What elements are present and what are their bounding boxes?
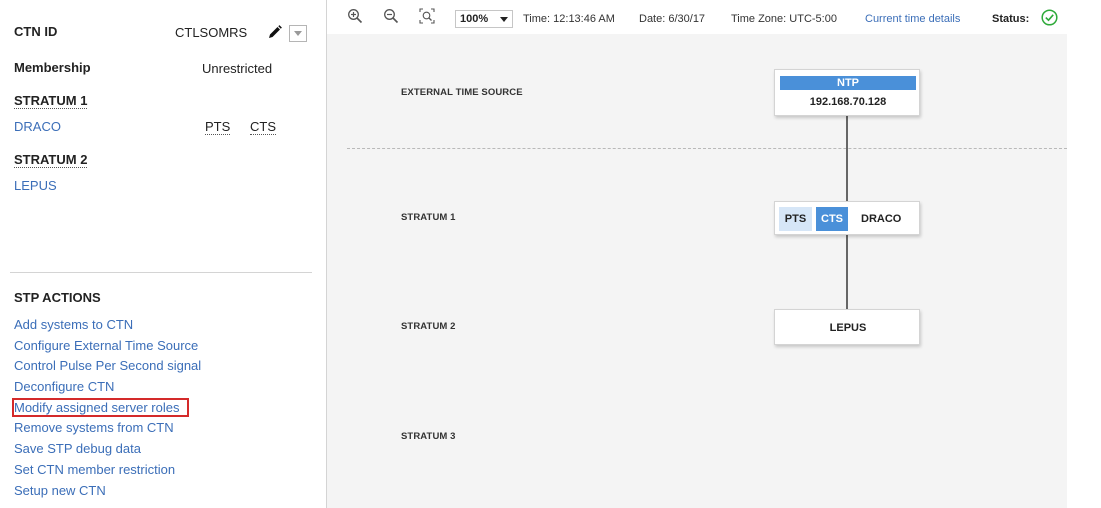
stp-actions-title: STP ACTIONS bbox=[14, 290, 101, 305]
stp-actions-list: Add systems to CTN Configure External Ti… bbox=[11, 316, 201, 503]
connector-draco-lepus bbox=[846, 235, 848, 309]
stratum1-node-name: DRACO bbox=[861, 213, 902, 225]
tier-label-stratum3: STRATUM 3 bbox=[401, 431, 456, 442]
zoom-in-icon[interactable] bbox=[347, 8, 363, 24]
zoom-level-value: 100% bbox=[460, 13, 489, 25]
action-remove-systems[interactable]: Remove systems from CTN bbox=[14, 419, 201, 440]
right-margin bbox=[1067, 0, 1101, 508]
ntp-address: 192.168.70.128 bbox=[809, 96, 887, 108]
action-add-systems[interactable]: Add systems to CTN bbox=[14, 316, 201, 337]
action-setup-new-ctn[interactable]: Setup new CTN bbox=[14, 482, 201, 503]
stratum2-system-link[interactable]: LEPUS bbox=[14, 178, 57, 193]
ctn-id-dropdown[interactable] bbox=[289, 25, 307, 42]
ctn-id-label: CTN ID bbox=[14, 24, 58, 39]
topology-toolbar: 100% Time: 12:13:46 AM Date: 6/30/17 Tim… bbox=[327, 0, 1101, 34]
ntp-server-node[interactable]: NTP 192.168.70.128 bbox=[774, 69, 920, 116]
action-set-member-restriction[interactable]: Set CTN member restriction bbox=[14, 461, 201, 482]
ctn-id-row: CTN ID CTLSOMRS bbox=[14, 24, 314, 42]
pts-role-chip: PTS bbox=[779, 207, 812, 231]
stratum2-node-name: LEPUS bbox=[829, 322, 867, 334]
stratum2-node-lepus[interactable]: LEPUS bbox=[774, 309, 920, 345]
action-deconfigure-ctn[interactable]: Deconfigure CTN bbox=[14, 378, 201, 399]
ntp-label: NTP bbox=[780, 76, 916, 90]
pencil-icon[interactable] bbox=[267, 24, 283, 40]
membership-label: Membership bbox=[14, 60, 91, 75]
zoom-level-select[interactable]: 100% bbox=[455, 10, 513, 28]
stratum1-system-link[interactable]: DRACO bbox=[14, 119, 61, 134]
ctn-id-value: CTLSOMRS bbox=[175, 25, 248, 40]
fit-to-view-icon[interactable] bbox=[419, 8, 435, 24]
panel-divider bbox=[10, 272, 312, 273]
role-pts-tag: PTS bbox=[205, 119, 231, 135]
current-time-details-link[interactable]: Current time details bbox=[865, 13, 960, 25]
tier-label-stratum2: STRATUM 2 bbox=[401, 321, 456, 332]
connector-ntp-draco bbox=[846, 116, 848, 201]
stratum1-heading: STRATUM 1 bbox=[14, 93, 88, 109]
tier-label-external-time-source: EXTERNAL TIME SOURCE bbox=[401, 87, 523, 98]
check-circle-icon bbox=[1041, 9, 1058, 26]
action-modify-server-roles[interactable]: Modify assigned server roles bbox=[11, 397, 201, 420]
current-time: Time: 12:13:46 AM bbox=[523, 13, 615, 25]
action-control-pps[interactable]: Control Pulse Per Second signal bbox=[14, 357, 201, 378]
status-label: Status: bbox=[992, 13, 1030, 25]
stratum1-node-draco[interactable]: PTS CTS DRACO bbox=[774, 201, 920, 235]
chevron-down-icon bbox=[294, 31, 302, 36]
membership-value: Unrestricted bbox=[202, 61, 273, 76]
time-zone: Time Zone: UTC-5:00 bbox=[731, 13, 837, 25]
cts-role-chip: CTS bbox=[816, 207, 848, 231]
stratum2-heading: STRATUM 2 bbox=[14, 152, 88, 168]
current-date: Date: 6/30/17 bbox=[639, 13, 706, 25]
chevron-down-icon bbox=[500, 17, 508, 22]
tier-divider bbox=[347, 148, 1067, 149]
action-configure-ets[interactable]: Configure External Time Source bbox=[14, 337, 201, 358]
role-cts-tag: CTS bbox=[250, 119, 276, 135]
tier-label-stratum1: STRATUM 1 bbox=[401, 212, 456, 223]
membership-row: Membership Unrestricted bbox=[14, 60, 314, 78]
ctn-details-panel: CTN ID CTLSOMRS Membership Unrestricted … bbox=[0, 0, 327, 508]
action-save-debug-data[interactable]: Save STP debug data bbox=[14, 440, 201, 461]
zoom-out-icon[interactable] bbox=[383, 8, 399, 24]
